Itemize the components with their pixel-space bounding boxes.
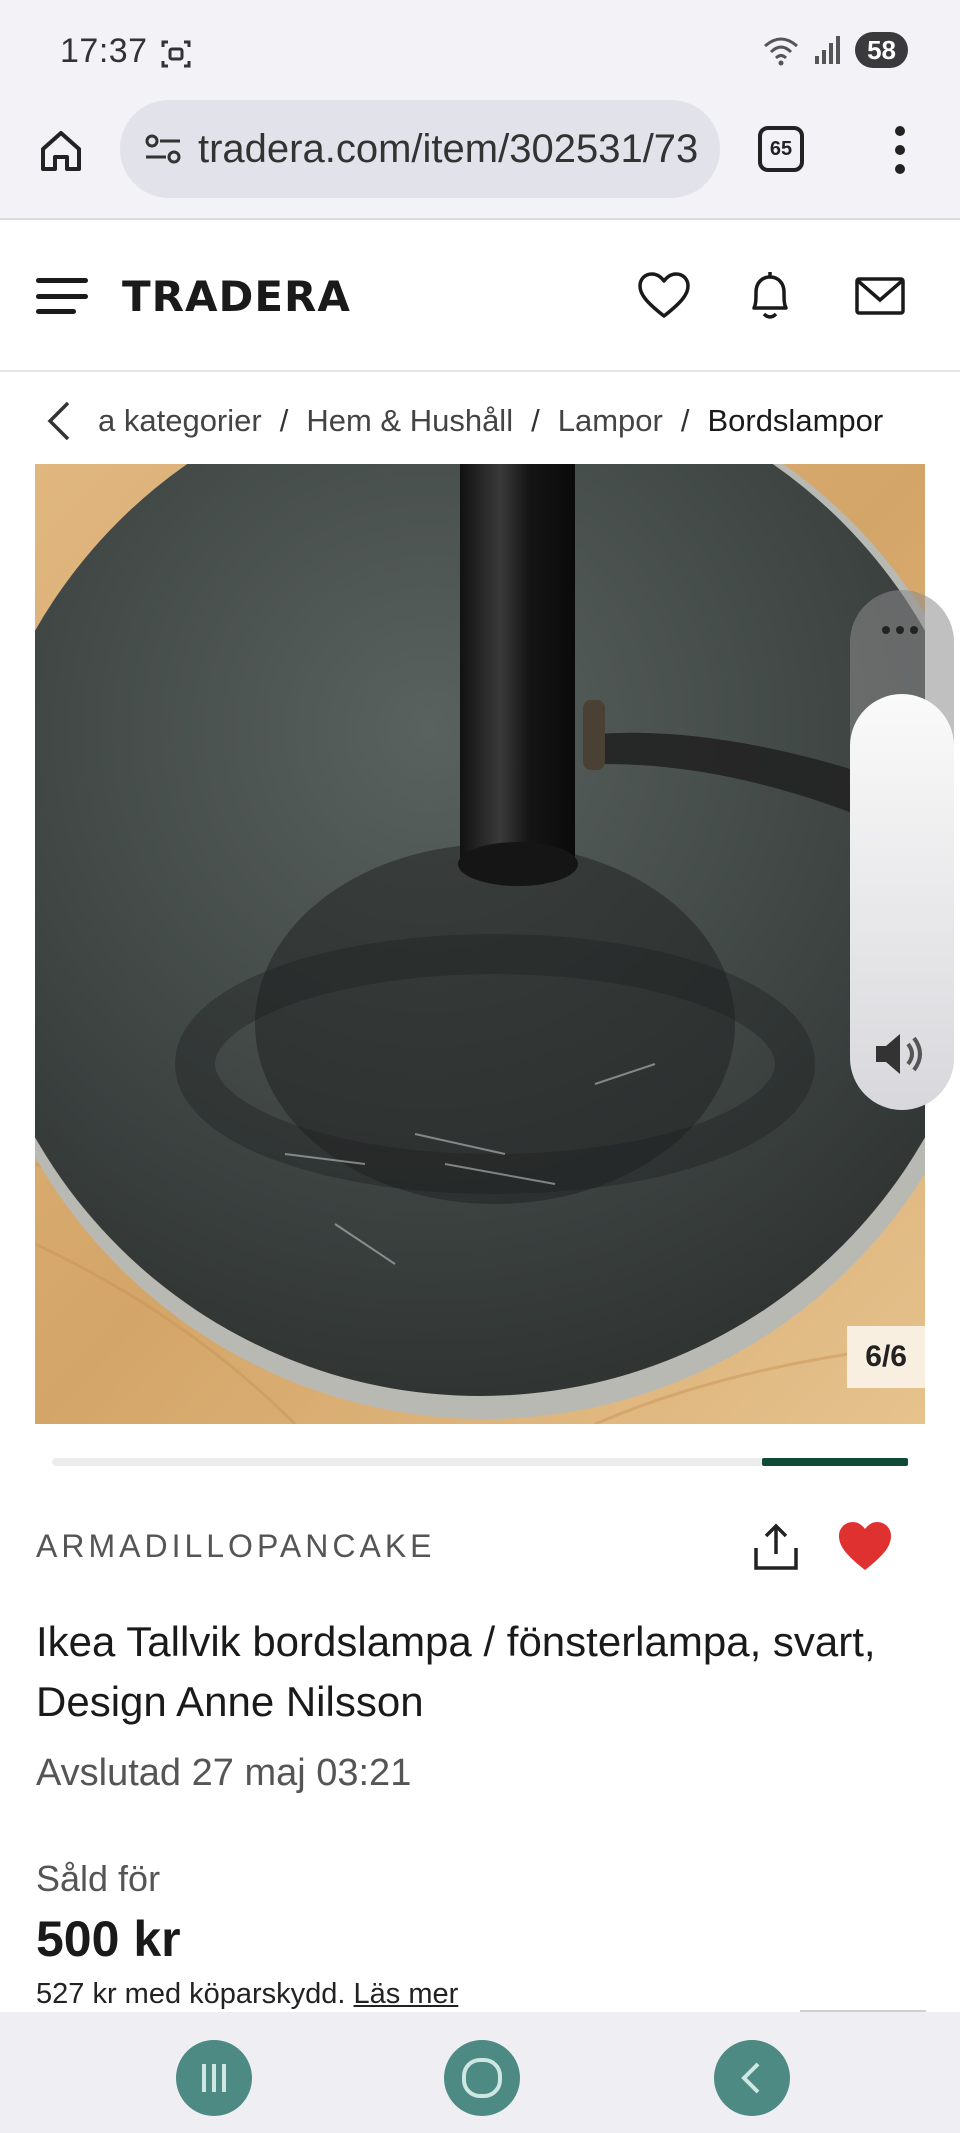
- more-options-icon[interactable]: [882, 626, 918, 634]
- breadcrumb-item-categories[interactable]: a kategorier: [98, 403, 262, 439]
- listing-title: Ikea Tallvik bordslampa / fönsterlampa, …: [36, 1618, 876, 1725]
- read-more-link[interactable]: Läs mer: [354, 1978, 459, 2010]
- favorite-icon[interactable]: [836, 1518, 894, 1574]
- breadcrumb-separator: /: [279, 403, 289, 438]
- sold-price: 500 kr: [36, 1911, 181, 1967]
- site-settings-icon[interactable]: [142, 127, 186, 171]
- bell-icon[interactable]: [742, 268, 798, 324]
- battery-indicator: 58: [855, 32, 908, 68]
- product-image[interactable]: 6/6: [35, 464, 925, 1424]
- volume-panel[interactable]: [850, 590, 954, 1110]
- product-photo-lamp-base: [35, 464, 925, 1424]
- breadcrumb-separator: /: [680, 403, 690, 438]
- buyer-protection: 527 kr med köparskydd. Läs mer: [36, 1978, 458, 2011]
- address-bar[interactable]: tradera.com/item/302531/73: [120, 100, 720, 198]
- home-icon: [41, 131, 81, 171]
- sold-label: Såld för: [36, 1858, 161, 1899]
- recent-apps-icon: [202, 2064, 226, 2092]
- heart-icon[interactable]: [636, 268, 692, 324]
- recent-apps-button[interactable]: [176, 2040, 252, 2116]
- buyer-protection-text: 527 kr med köparskydd.: [36, 1978, 346, 2010]
- more-icon[interactable]: [880, 122, 920, 178]
- wifi-icon: [764, 37, 799, 66]
- breadcrumb: a kategorier / Hem & Hushåll / Lampor / …: [0, 382, 960, 460]
- site-header: TRADERA: [0, 222, 960, 372]
- site-logo[interactable]: TRADERA: [122, 272, 351, 321]
- chevron-left-icon[interactable]: [40, 399, 80, 443]
- status-time: 17:37: [60, 32, 148, 70]
- mail-icon[interactable]: [852, 268, 908, 324]
- browser-toolbar: tradera.com/item/302531/73 65: [0, 100, 960, 220]
- home-button[interactable]: [30, 120, 92, 182]
- breadcrumb-item-lamps[interactable]: Lampor: [558, 403, 663, 439]
- seller-name[interactable]: ARMADILLOPANCAKE: [36, 1528, 436, 1565]
- menu-icon[interactable]: [36, 278, 88, 314]
- share-icon[interactable]: [748, 1520, 804, 1576]
- breadcrumb-item-home[interactable]: Hem & Hushåll: [306, 403, 513, 439]
- breadcrumb-separator: /: [531, 403, 540, 438]
- volume-icon: [876, 1034, 922, 1074]
- carousel-progress: [52, 1458, 908, 1466]
- screenshot-icon: [161, 40, 191, 68]
- back-icon: [741, 2062, 760, 2094]
- back-nav-button[interactable]: [714, 2040, 790, 2116]
- home-nav-icon: [462, 2058, 502, 2098]
- status-bar: 17:37 58: [0, 0, 960, 100]
- system-nav-bar: [0, 2012, 960, 2133]
- carousel-progress-fill: [762, 1458, 908, 1466]
- tabs-button[interactable]: 65: [758, 126, 804, 172]
- url-text[interactable]: tradera.com/item/302531/73: [198, 127, 698, 172]
- auction-ended: Avslutad 27 maj 03:21: [36, 1752, 412, 1794]
- image-counter: 6/6: [847, 1326, 925, 1388]
- signal-icon: [815, 36, 841, 64]
- home-nav-button[interactable]: [444, 2040, 520, 2116]
- volume-slider[interactable]: [850, 694, 954, 1110]
- breadcrumb-current: Bordslampor: [707, 403, 884, 438]
